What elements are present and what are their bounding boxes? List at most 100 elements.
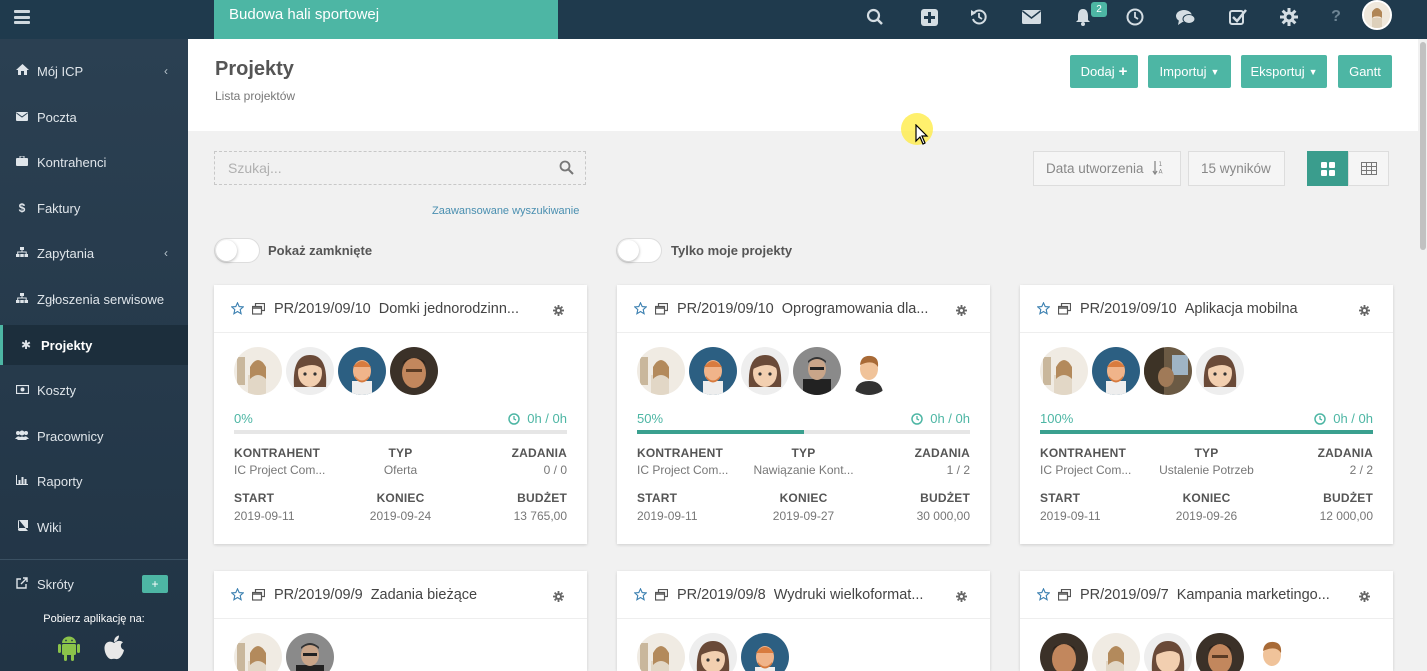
avatar[interactable]	[689, 633, 737, 671]
star-icon[interactable]	[230, 586, 245, 602]
avatar[interactable]	[1092, 633, 1140, 671]
sidebar-item-faktury[interactable]: $ Faktury	[0, 188, 188, 228]
plus-square-icon[interactable]	[918, 6, 940, 28]
table-view-button[interactable]	[1348, 151, 1389, 186]
avatar[interactable]	[338, 347, 386, 395]
project-title[interactable]: Aplikacja mobilna	[1185, 301, 1298, 317]
export-button-label: Eksportuj	[1250, 64, 1305, 79]
sidebar-item-kontrahenci[interactable]: Kontrahenci	[0, 142, 188, 182]
page-scrollbar[interactable]	[1418, 39, 1427, 671]
open-window-icon[interactable]	[251, 302, 266, 316]
sidebar-item-label: Raporty	[37, 473, 83, 489]
sidebar-item-projekty[interactable]: ✱ Projekty	[0, 325, 188, 365]
hamburger-menu-icon[interactable]	[14, 10, 30, 24]
project-title[interactable]: Wydruki wielkoformat...	[774, 587, 924, 603]
open-window-icon[interactable]	[654, 302, 669, 316]
avatar[interactable]	[234, 347, 282, 395]
star-icon[interactable]	[230, 300, 245, 316]
show-closed-toggle[interactable]	[214, 238, 260, 263]
sidebar-item-poczta[interactable]: Poczta	[0, 97, 188, 137]
project-title[interactable]: Zadania bieżące	[371, 587, 477, 603]
project-title[interactable]: Kampania marketingo...	[1177, 587, 1330, 603]
progress-percent: 50%	[637, 411, 664, 426]
open-window-icon[interactable]	[1057, 588, 1072, 602]
sidebar-item-zapytania[interactable]: Zapytania ‹	[0, 233, 188, 273]
bar-chart-icon	[15, 474, 29, 488]
help-icon[interactable]: ?	[1325, 6, 1347, 28]
avatar[interactable]	[1040, 633, 1088, 671]
grid-view-button[interactable]	[1307, 151, 1348, 186]
envelope-icon[interactable]	[1020, 6, 1042, 28]
avatar[interactable]	[1248, 633, 1296, 671]
avatar[interactable]	[390, 347, 438, 395]
sidebar-item-pracownicy[interactable]: Pracownicy	[0, 416, 188, 456]
sidebar-item-koszty[interactable]: Koszty	[0, 370, 188, 410]
avatar[interactable]	[1196, 633, 1244, 671]
avatar[interactable]	[286, 347, 334, 395]
sidebar-item-label: Poczta	[37, 109, 77, 125]
avatar[interactable]	[689, 347, 737, 395]
advanced-search-link[interactable]: Zaawansowane wyszukiwanie	[432, 205, 579, 217]
sidebar-item-raporty[interactable]: Raporty	[0, 461, 188, 501]
gear-icon[interactable]	[1359, 303, 1370, 321]
open-window-icon[interactable]	[251, 588, 266, 602]
only-mine-toggle[interactable]	[616, 238, 662, 263]
gear-icon[interactable]	[553, 303, 564, 321]
gear-icon[interactable]	[553, 589, 564, 607]
avatar[interactable]	[845, 347, 893, 395]
project-card[interactable]: PR/2019/09/7 Kampania marketingo...	[1020, 571, 1393, 671]
project-card[interactable]: PR/2019/09/9 Zadania bieżące	[214, 571, 587, 671]
open-window-icon[interactable]	[1057, 302, 1072, 316]
import-button[interactable]: Importuj ▼	[1148, 55, 1231, 88]
sidebar-item-wiki[interactable]: Wiki	[0, 507, 188, 547]
avatar[interactable]	[637, 347, 685, 395]
search-icon[interactable]	[559, 160, 574, 180]
clock-icon[interactable]	[1124, 6, 1146, 28]
open-window-icon[interactable]	[654, 588, 669, 602]
avatar[interactable]	[741, 347, 789, 395]
project-card[interactable]: PR/2019/09/10 Aplikacja mobilna 100% 0h …	[1020, 285, 1393, 544]
project-card[interactable]: PR/2019/09/8 Wydruki wielkoformat...	[617, 571, 990, 671]
gantt-button[interactable]: Gantt	[1338, 55, 1392, 88]
star-icon[interactable]	[633, 586, 648, 602]
sidebar-item-skroty[interactable]: Skróty +	[0, 564, 188, 604]
gear-icon[interactable]	[956, 589, 967, 607]
android-icon[interactable]	[58, 635, 80, 661]
project-card[interactable]: PR/2019/09/10 Domki jednorodzinn... 0% 0…	[214, 285, 587, 544]
avatar[interactable]	[1040, 347, 1088, 395]
avatar[interactable]	[793, 347, 841, 395]
avatar[interactable]	[1092, 347, 1140, 395]
user-avatar[interactable]	[1362, 0, 1392, 30]
caret-down-icon: ▼	[1308, 66, 1318, 77]
checkbox-icon[interactable]	[1227, 6, 1249, 28]
avatar[interactable]	[286, 633, 334, 671]
sidebar-item-moj-icp[interactable]: Mój ICP ‹	[0, 51, 188, 91]
project-title[interactable]: Domki jednorodzinn...	[379, 301, 519, 317]
add-shortcut-button[interactable]: +	[142, 575, 168, 593]
project-card[interactable]: PR/2019/09/10 Oprogramowania dla... 50% …	[617, 285, 990, 544]
gear-icon[interactable]	[956, 303, 967, 321]
avatar[interactable]	[234, 633, 282, 671]
avatar[interactable]	[637, 633, 685, 671]
external-link-icon	[15, 576, 29, 592]
apple-icon[interactable]	[103, 635, 125, 661]
gear-icon[interactable]	[1359, 589, 1370, 607]
avatar[interactable]	[1144, 633, 1192, 671]
star-icon[interactable]	[1036, 586, 1051, 602]
add-button[interactable]: Dodaj +	[1070, 55, 1138, 88]
search-input[interactable]	[215, 152, 535, 184]
star-icon[interactable]	[633, 300, 648, 316]
history-icon[interactable]	[968, 6, 990, 28]
avatar[interactable]	[1144, 347, 1192, 395]
active-project-tab[interactable]: Budowa hali sportowej	[214, 0, 558, 39]
export-button[interactable]: Eksportuj ▼	[1241, 55, 1327, 88]
search-icon[interactable]	[864, 6, 886, 28]
sort-button[interactable]: Data utworzenia 1A	[1033, 151, 1181, 186]
star-icon[interactable]	[1036, 300, 1051, 316]
comments-icon[interactable]	[1175, 6, 1197, 28]
gear-icon[interactable]	[1278, 6, 1300, 28]
avatar[interactable]	[741, 633, 789, 671]
project-title[interactable]: Oprogramowania dla...	[782, 301, 929, 317]
avatar[interactable]	[1196, 347, 1244, 395]
sidebar-item-zgloszenia[interactable]: Zgłoszenia serwisowe	[0, 279, 188, 319]
